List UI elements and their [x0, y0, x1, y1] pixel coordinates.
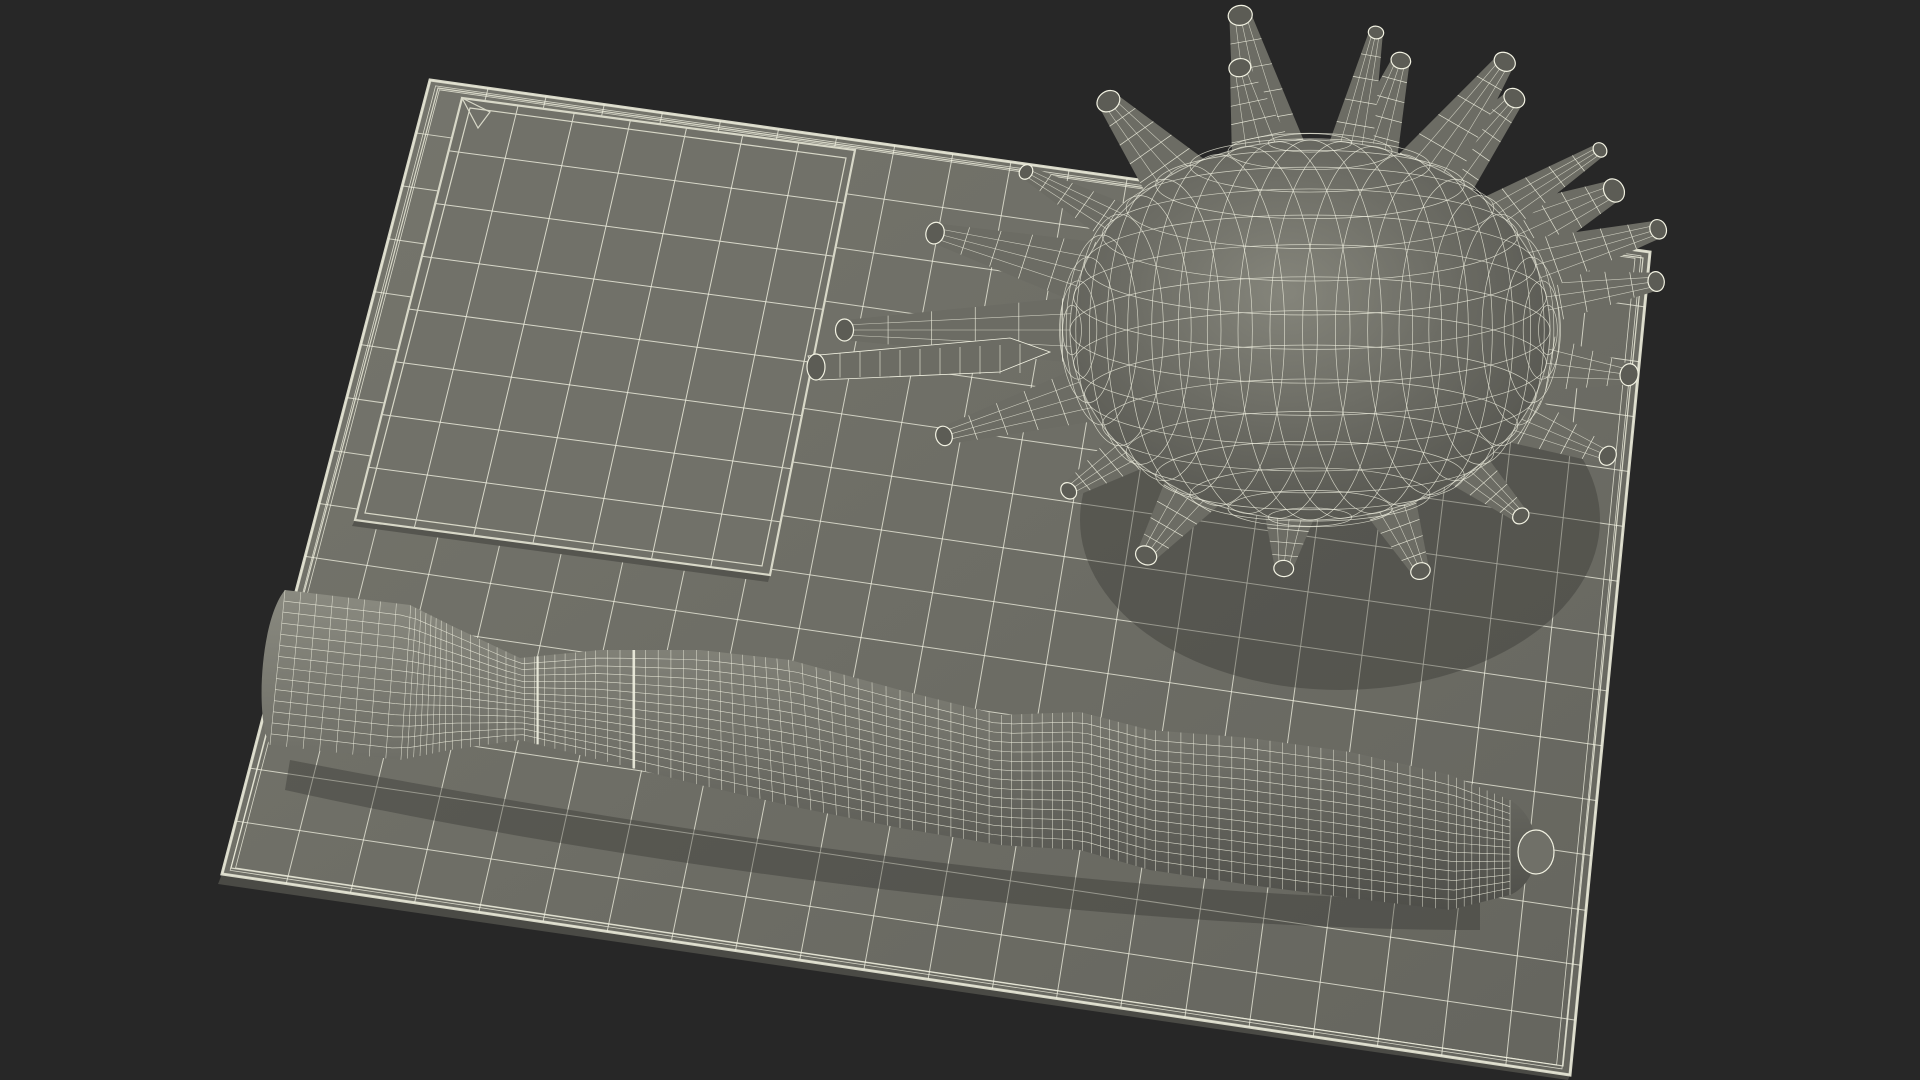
- wireframe-render-viewport: [0, 0, 1920, 1080]
- wireframe-render: [218, 4, 1668, 1080]
